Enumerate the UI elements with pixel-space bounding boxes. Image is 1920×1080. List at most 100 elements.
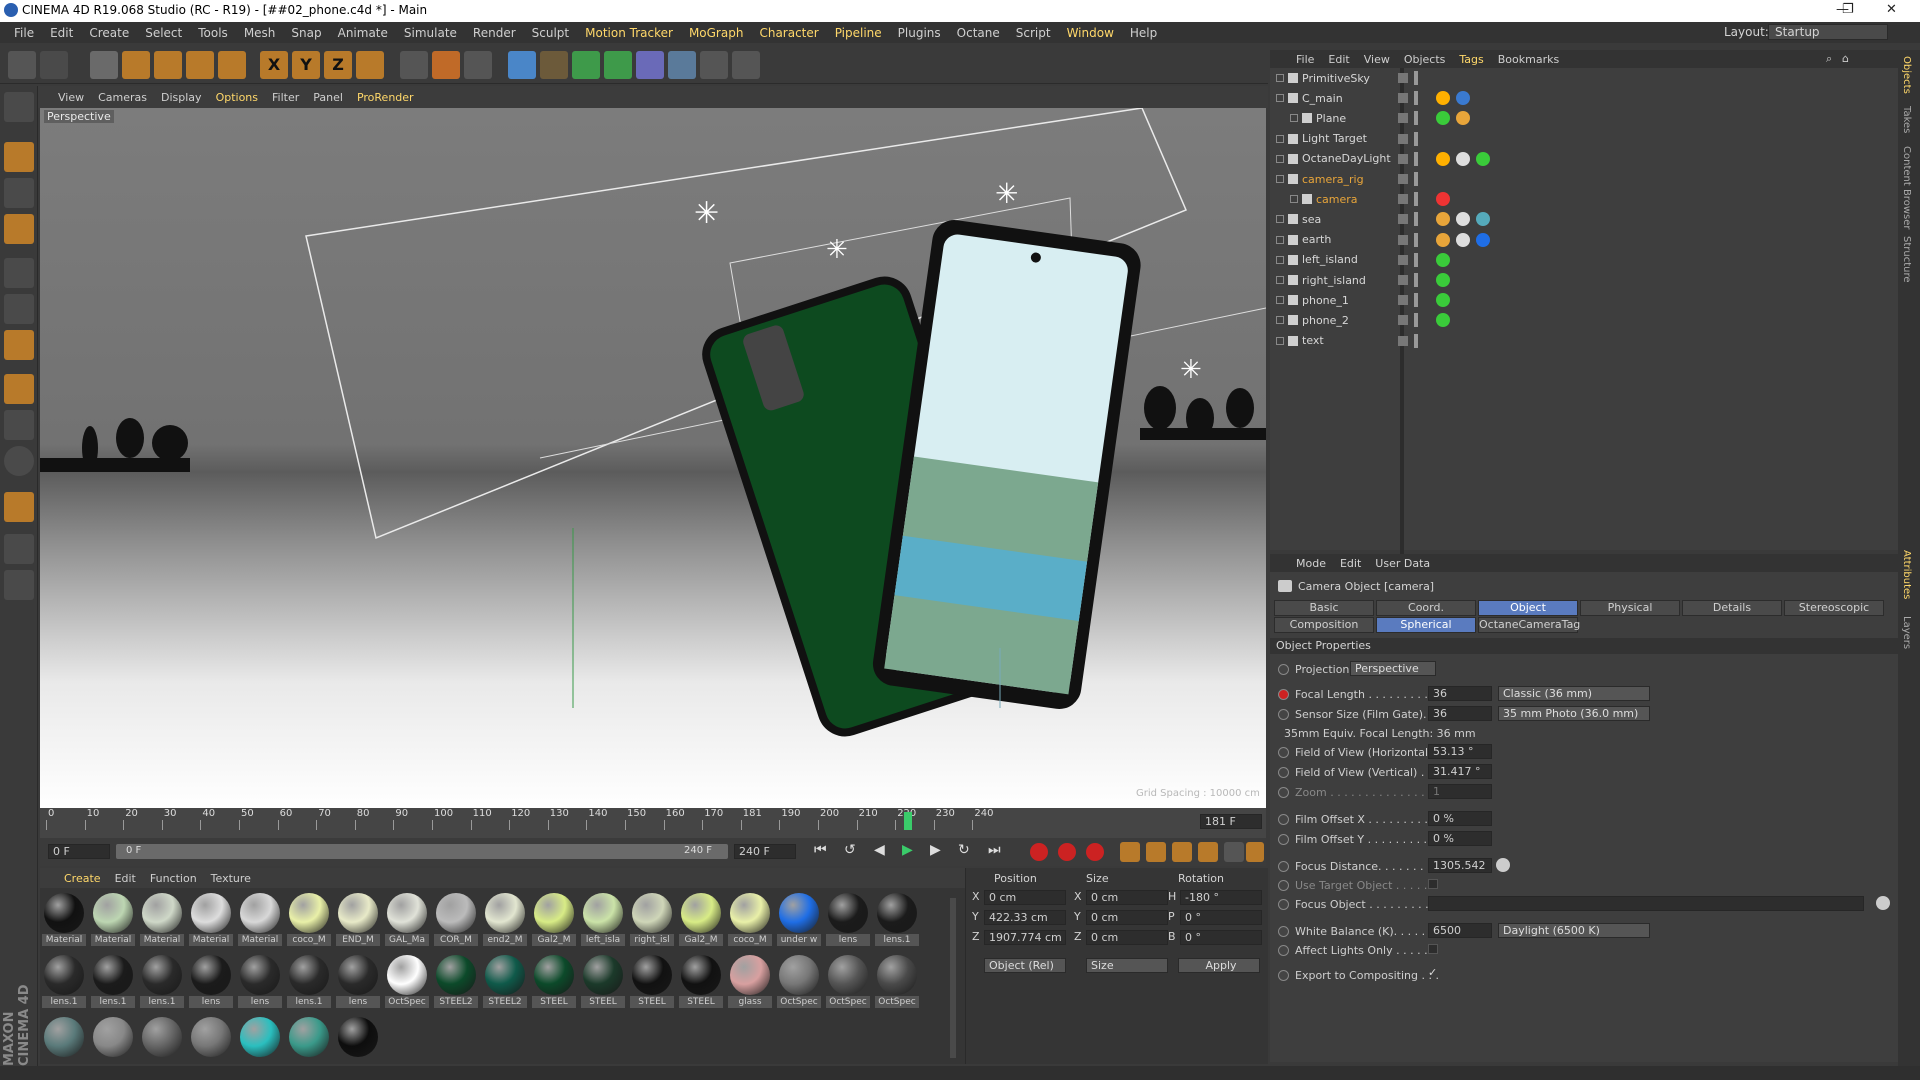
visibility-dots-icon[interactable] [1414, 71, 1418, 85]
position-z-field[interactable]: 1907.774 cm [984, 930, 1066, 945]
material-swatch[interactable]: lens [238, 954, 282, 1010]
menu-plugins[interactable]: Plugins [890, 26, 949, 40]
material-swatch[interactable]: end2_M [483, 892, 527, 948]
material-swatch[interactable]: STEEL2 [483, 954, 527, 1010]
material-swatch[interactable]: Material [42, 892, 86, 948]
visibility-dots-icon[interactable] [1414, 252, 1418, 267]
visibility-dots-icon[interactable] [1414, 131, 1418, 146]
points-mode-icon[interactable] [4, 258, 34, 288]
expand-icon[interactable] [1276, 134, 1284, 143]
material-swatch[interactable]: coco_M [728, 892, 772, 948]
material-swatch[interactable]: OctSpec [777, 954, 821, 1010]
projection-dropdown[interactable]: Perspective [1350, 661, 1436, 676]
material-swatch[interactable]: STEEL [532, 954, 576, 1010]
size-z-field[interactable]: 0 cm [1086, 930, 1168, 945]
viewport-menu-display[interactable]: Display [161, 91, 202, 104]
next-frame-icon[interactable]: ▶ [930, 842, 952, 862]
menu-mesh[interactable]: Mesh [236, 26, 284, 40]
menu-edit[interactable]: Edit [42, 26, 81, 40]
tab-octanecameratag[interactable]: OctaneCameraTag [1478, 617, 1580, 633]
animate-radio-icon[interactable] [1278, 879, 1289, 891]
menu-sculpt[interactable]: Sculpt [524, 26, 577, 40]
animate-radio-icon[interactable] [1278, 663, 1289, 675]
tab-details[interactable]: Details [1682, 600, 1782, 616]
tab-object[interactable]: Object [1478, 600, 1578, 616]
object-row-phone_1[interactable]: phone_1 [1276, 290, 1450, 310]
object-row-primitivesky[interactable]: PrimitiveSky [1276, 68, 1418, 88]
material-swatch[interactable]: GAL_Ma [385, 892, 429, 948]
go-end-icon[interactable]: ⏭ [988, 842, 1010, 862]
layer-icon[interactable] [1398, 315, 1408, 326]
coord-mode-dropdown[interactable]: Object (Rel) [984, 958, 1066, 973]
material-swatch[interactable] [91, 1016, 135, 1060]
current-frame-field[interactable]: 181 F [1200, 814, 1262, 829]
affect-lights-checkbox[interactable] [1428, 944, 1438, 954]
move-icon[interactable] [122, 51, 150, 79]
export-compositing-checkbox[interactable]: ✓ [1428, 966, 1440, 979]
prop-focal-field[interactable]: 36 [1428, 686, 1492, 701]
material-swatch[interactable]: STEEL [630, 954, 674, 1010]
floor-icon[interactable] [668, 51, 696, 79]
end-frame-field[interactable]: 240 F [734, 844, 796, 859]
play-icon[interactable]: ▶ [902, 842, 924, 862]
expand-icon[interactable] [1276, 276, 1284, 284]
material-swatch[interactable]: STEEL [581, 954, 625, 1010]
prop-wb-preset[interactable]: Daylight (6500 K) [1498, 923, 1650, 938]
viewport-menu-cameras[interactable]: Cameras [98, 91, 147, 104]
tab-stereoscopic[interactable]: Stereoscopic [1784, 600, 1884, 616]
viewport-menu-options[interactable]: Options [216, 91, 258, 104]
rotate-icon[interactable] [186, 51, 214, 79]
tab-composition[interactable]: Composition [1274, 617, 1374, 633]
visibility-dots-icon[interactable] [1414, 151, 1418, 166]
snap-icon[interactable] [4, 446, 34, 476]
menu-render[interactable]: Render [465, 26, 524, 40]
side-tab-takes[interactable]: Takes [1901, 106, 1912, 133]
material-swatch[interactable] [336, 1016, 380, 1060]
tab-coord[interactable]: Coord. [1376, 600, 1476, 616]
prop-fovv-field[interactable]: 31.417 ° [1428, 764, 1492, 779]
prop-sensor-field[interactable]: 36 [1428, 706, 1492, 721]
position-y-field[interactable]: 422.33 cm [984, 910, 1066, 925]
tag-icon[interactable] [1476, 151, 1490, 166]
material-menu-create[interactable]: Create [64, 872, 101, 885]
playhead[interactable] [904, 812, 912, 830]
attribute-menu-mode[interactable]: Mode [1296, 557, 1326, 570]
layer-icon[interactable] [1398, 254, 1408, 265]
menu-select[interactable]: Select [137, 26, 190, 40]
object-menu-edit[interactable]: Edit [1328, 53, 1349, 66]
tab-physical[interactable]: Physical [1580, 600, 1680, 616]
material-swatch[interactable]: Gal2_M [532, 892, 576, 948]
material-swatch[interactable]: under w [777, 892, 821, 948]
menu-tools[interactable]: Tools [190, 26, 236, 40]
size-x-field[interactable]: 0 cm [1086, 890, 1168, 905]
tag-icon[interactable] [1436, 151, 1450, 166]
range-slider[interactable]: 0 F 240 F [116, 844, 728, 859]
material-swatch[interactable]: right_isl [630, 892, 674, 948]
polygons-mode-icon[interactable] [4, 330, 34, 360]
expand-icon[interactable] [1276, 316, 1284, 325]
material-swatch[interactable]: lens.1 [91, 954, 135, 1010]
menu-pipeline[interactable]: Pipeline [827, 26, 890, 40]
object-menu-objects[interactable]: Objects [1404, 53, 1446, 66]
animate-radio-icon[interactable] [1278, 944, 1289, 956]
layer-icon[interactable] [1398, 133, 1408, 144]
scale-icon[interactable] [154, 51, 182, 79]
record-icon[interactable] [1030, 843, 1048, 861]
object-row-octanedaylight[interactable]: OctaneDayLight [1276, 149, 1490, 169]
prop-wb-field[interactable]: 6500 [1428, 923, 1492, 938]
start-frame-field[interactable]: 0 F [48, 844, 110, 859]
menu-snap[interactable]: Snap [283, 26, 329, 40]
size-mode-dropdown[interactable]: Size [1086, 958, 1168, 973]
visibility-dots-icon[interactable] [1414, 313, 1418, 328]
side-tab-structure[interactable]: Structure [1901, 236, 1912, 283]
material-swatch[interactable]: lens.1 [875, 892, 919, 948]
layout-dropdown[interactable]: Startup [1768, 24, 1888, 40]
timeline-window-icon[interactable] [1246, 842, 1264, 862]
material-swatch[interactable]: Material [189, 892, 233, 948]
layer-icon[interactable] [1398, 73, 1408, 83]
animate-radio-icon[interactable] [1278, 766, 1289, 778]
menu-script[interactable]: Script [1008, 26, 1059, 40]
size-y-field[interactable]: 0 cm [1086, 910, 1168, 925]
viewport-menu-prorender[interactable]: ProRender [357, 91, 414, 104]
visibility-dots-icon[interactable] [1414, 192, 1418, 207]
